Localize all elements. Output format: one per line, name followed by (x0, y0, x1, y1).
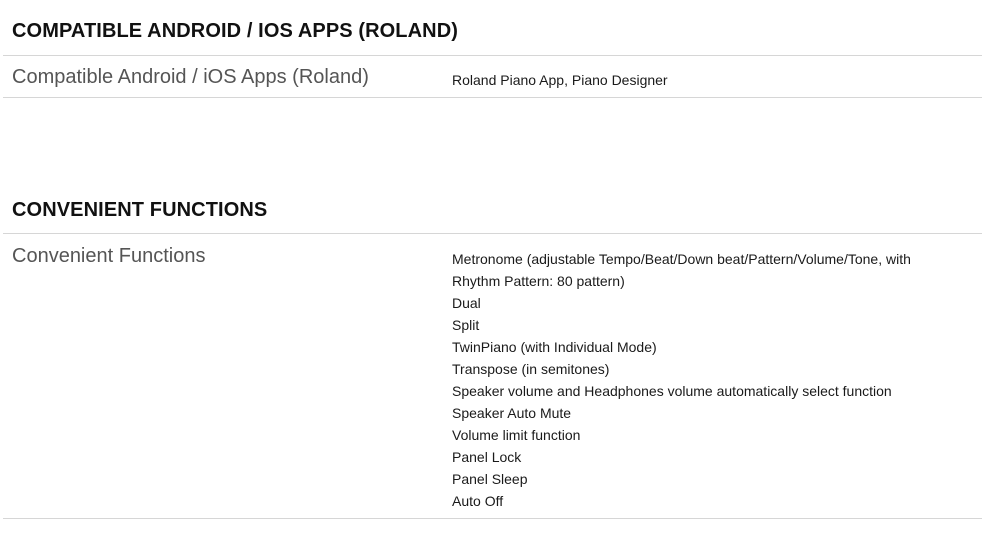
section-heading-compatible-apps: COMPATIBLE ANDROID / IOS APPS (ROLAND) (12, 20, 459, 42)
spec-value-line: Panel Sleep (452, 471, 528, 487)
divider (3, 55, 982, 56)
spec-label-compatible-apps: Compatible Android / iOS Apps (Roland) (12, 66, 369, 88)
spec-value-line: Panel Lock (452, 449, 522, 465)
section-heading-convenient-functions: CONVENIENT FUNCTIONS (12, 199, 268, 221)
spec-label-convenient-functions: Convenient Functions (12, 245, 206, 267)
spec-value-line: Volume limit function (452, 427, 581, 443)
spec-value-line: Split (452, 317, 480, 333)
spec-value-line: TwinPiano (with Individual Mode) (452, 339, 657, 355)
spec-value-line: Rhythm Pattern: 80 pattern) (452, 273, 625, 289)
spec-value-line: Transpose (in semitones) (452, 361, 610, 377)
divider (3, 97, 982, 98)
spec-value-line: Dual (452, 295, 481, 311)
spec-value-convenient-functions: Metronome (adjustable Tempo/Beat/Down be… (452, 248, 952, 512)
spec-value-line: Metronome (adjustable Tempo/Beat/Down be… (452, 251, 911, 267)
divider (3, 233, 982, 234)
spec-value-line: Speaker Auto Mute (452, 405, 572, 421)
spec-value-line: Roland Piano App, Piano Designer (452, 72, 668, 88)
divider (3, 518, 982, 519)
spec-value-compatible-apps: Roland Piano App, Piano Designer (452, 69, 952, 91)
spec-value-line: Auto Off (452, 493, 504, 509)
spec-value-line: Speaker volume and Headphones volume aut… (452, 383, 892, 399)
